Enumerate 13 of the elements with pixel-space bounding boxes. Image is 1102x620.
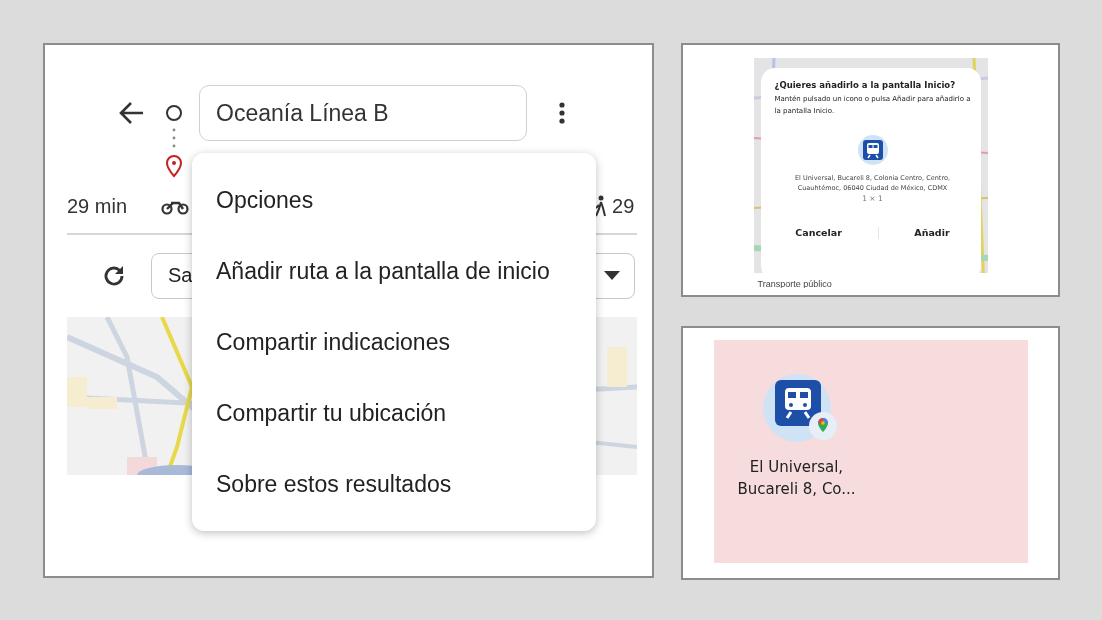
menu-item[interactable]: Compartir indicaciones [216,315,450,386]
menu-title: Opciones [216,186,314,215]
dialog-button[interactable]: Añadir [908,225,956,240]
dialog-title: ¿Quieres añadirlo a la pantalla Inicio? [774,80,957,90]
travel-time: 29 min [67,194,128,218]
search-field[interactable]: Oceanía Línea B [199,85,527,141]
menu-item[interactable]: Añadir ruta a la pantalla de inicio [216,244,550,315]
shortcut-label: El Universal, Bucareli 8, Co... [736,457,857,500]
travel-time: 29 [612,194,635,218]
section-label: Transporte público [757,279,832,288]
dialog-button[interactable]: Cancelar [789,225,848,240]
menu-item[interactable]: Sobre estos resultados [216,457,452,528]
menu-item[interactable]: Compartir tu ubicación [216,386,447,457]
